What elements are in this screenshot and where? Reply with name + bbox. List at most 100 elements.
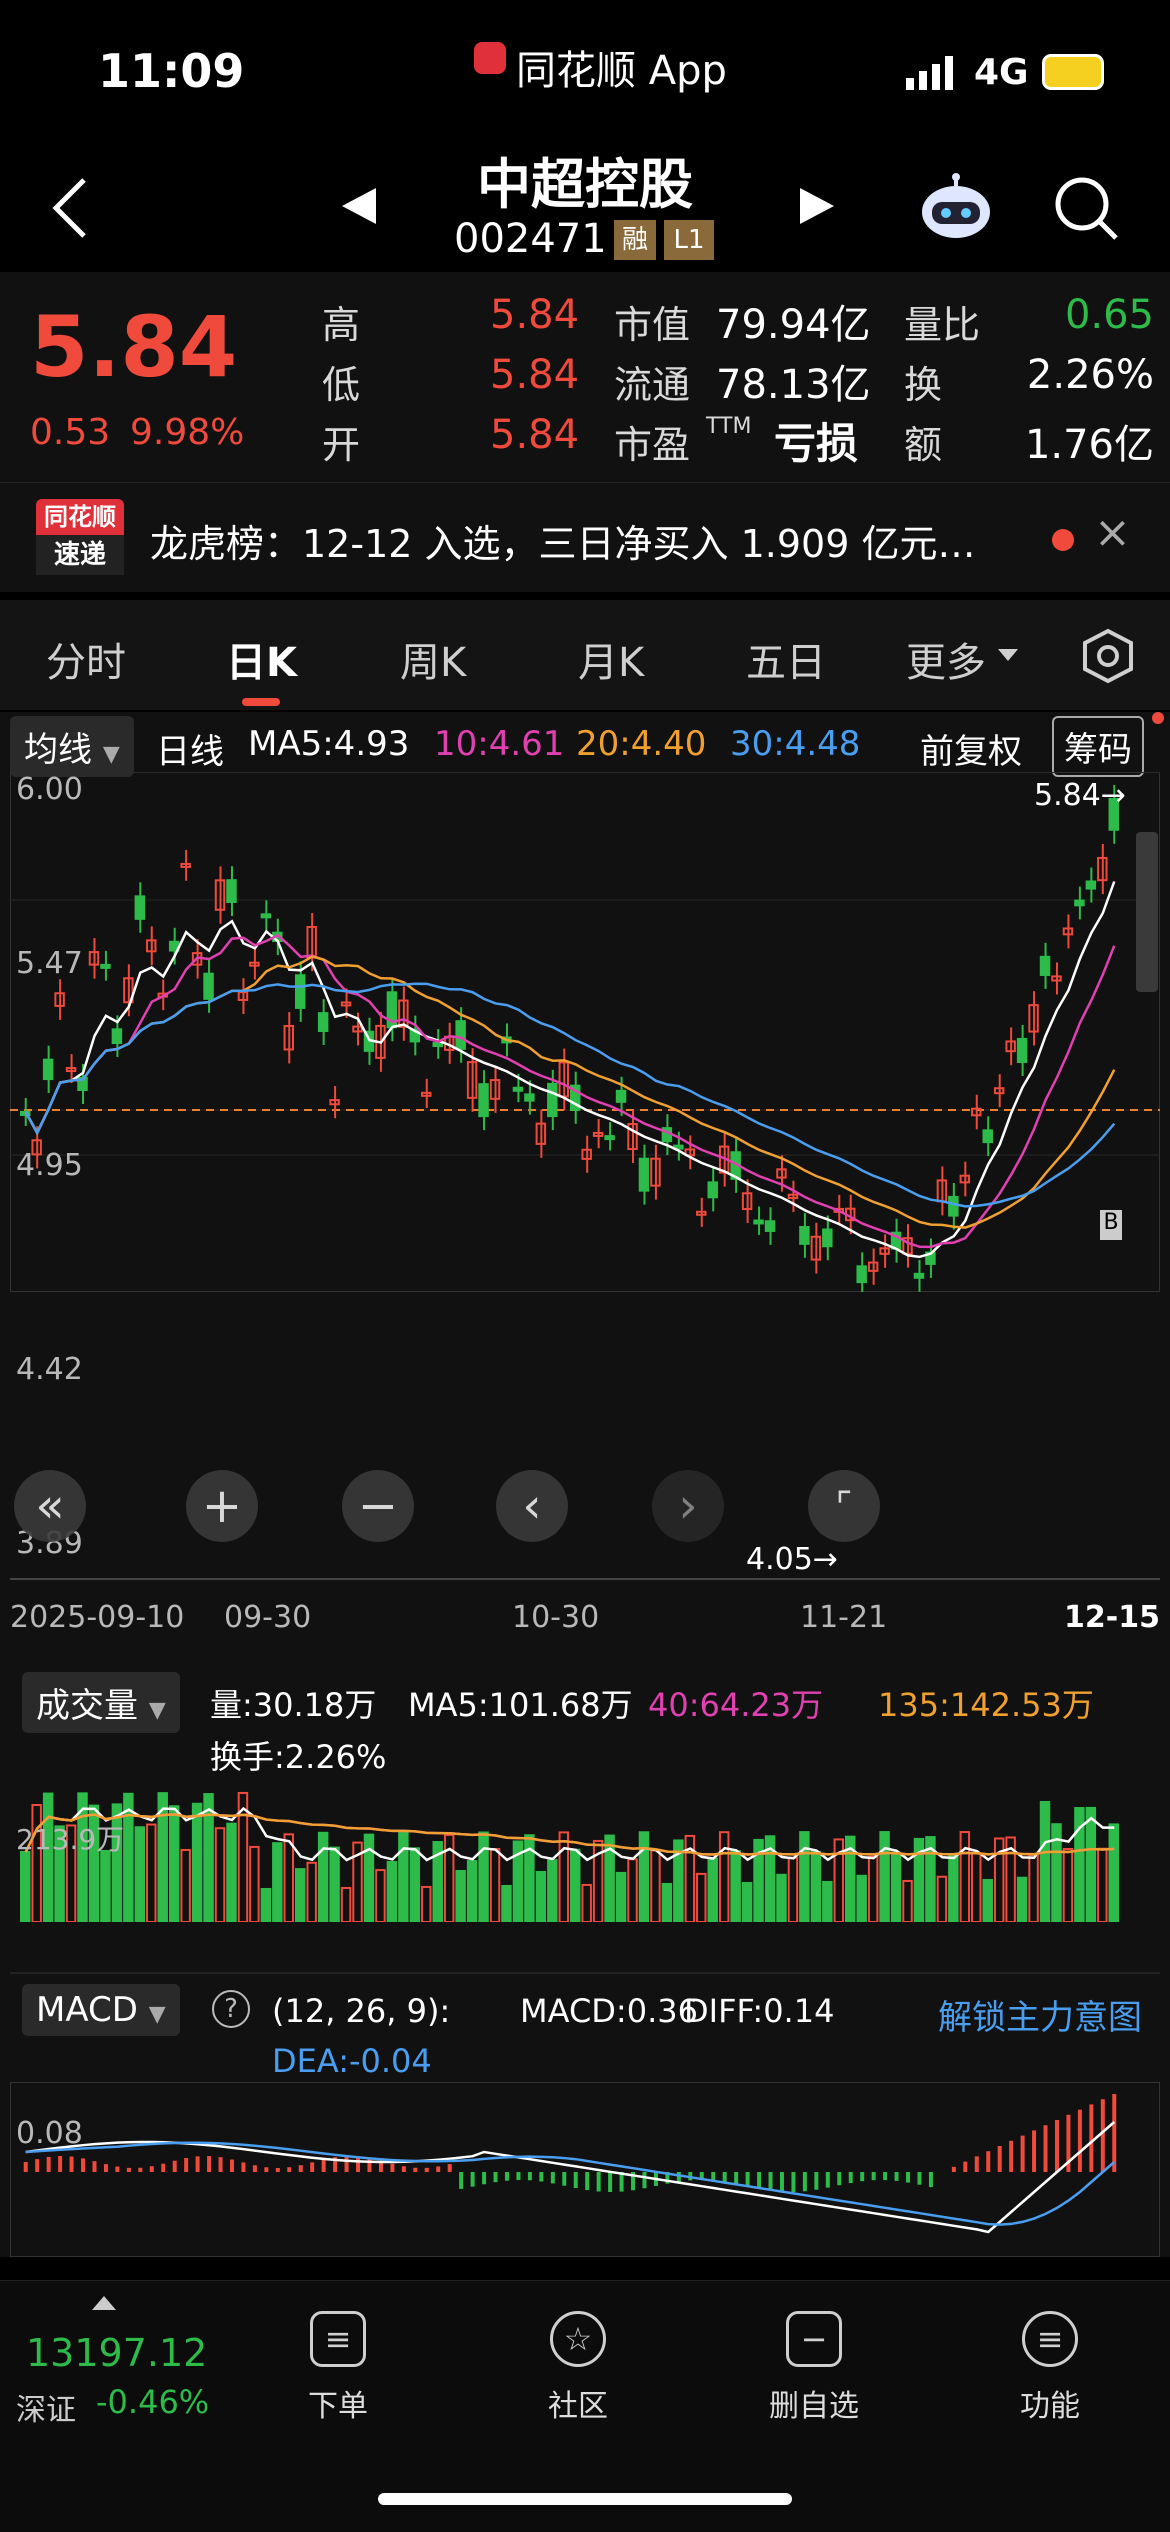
high-marker: 5.84→ bbox=[1034, 778, 1126, 813]
double-chevron-left-icon: « bbox=[35, 1478, 65, 1534]
volume-bar bbox=[696, 1872, 707, 1922]
nav-remove-watchlist[interactable]: − 删自选 bbox=[734, 2311, 894, 2425]
mktcap-label: 市值 bbox=[614, 303, 691, 347]
tab-weekly-k[interactable]: 周K bbox=[400, 630, 466, 688]
date-label-start: 2025-09-10 bbox=[10, 1600, 185, 1635]
search-icon[interactable] bbox=[1054, 176, 1118, 244]
volume-bar bbox=[982, 1878, 993, 1922]
candle bbox=[42, 1058, 54, 1081]
zoom-in-button[interactable]: + bbox=[186, 1470, 258, 1542]
scroll-right-button[interactable]: › bbox=[652, 1470, 724, 1542]
volume-selector-label: 成交量 bbox=[36, 1686, 138, 1726]
low-value: 5.84 bbox=[490, 352, 580, 398]
volume-bar bbox=[409, 1847, 421, 1922]
volume-bar bbox=[466, 1860, 478, 1922]
chart-scrollbar[interactable] bbox=[1136, 832, 1158, 992]
stock-header: 中超控股 002471 融 L1 bbox=[0, 140, 1170, 270]
candle bbox=[260, 913, 272, 919]
volume-bar bbox=[226, 1822, 237, 1922]
index-change: -0.46% bbox=[96, 2383, 210, 2421]
candle bbox=[111, 1028, 123, 1045]
volume-bar bbox=[478, 1831, 489, 1922]
volume-bar bbox=[730, 1850, 741, 1922]
tab-monthly-k[interactable]: 月K bbox=[578, 630, 644, 688]
macd-selector[interactable]: MACD ▼ bbox=[22, 1984, 180, 2036]
minus-square-icon: − bbox=[786, 2311, 842, 2367]
volume-bar bbox=[971, 1852, 982, 1922]
bottom-nav: 13197.12 深证 -0.46% ≡ 下单 ☆ 社区 − 删自选 ≡ 功能 bbox=[0, 2280, 1170, 2532]
prev-stock-icon[interactable] bbox=[340, 186, 380, 230]
next-stock-icon[interactable] bbox=[796, 186, 836, 230]
candle bbox=[1016, 1037, 1028, 1063]
menu-circle-icon: ≡ bbox=[1022, 2311, 1078, 2367]
candle bbox=[455, 1020, 466, 1050]
candle bbox=[203, 972, 214, 1000]
chevron-down-icon: ▼ bbox=[102, 742, 120, 767]
tab-five-day[interactable]: 五日 bbox=[746, 630, 826, 688]
unlock-main-force-link[interactable]: 解锁主力意图 bbox=[938, 1990, 1142, 2039]
date-label-09-30: 09-30 bbox=[224, 1600, 312, 1635]
tab-intraday[interactable]: 分时 bbox=[46, 630, 126, 688]
volume-bar bbox=[948, 1855, 959, 1922]
ths-express-logo: 同花顺 速递 bbox=[36, 499, 124, 577]
chart-area: 均线 ▼ 日线 MA5:4.93 10:4.61 20:4.40 30:4.48… bbox=[0, 712, 1170, 2257]
nav-community[interactable]: ☆ 社区 bbox=[498, 2311, 658, 2425]
volume-y-label: 213.9万 bbox=[16, 1823, 125, 1856]
fullscreen-icon: ⌜ bbox=[835, 1485, 853, 1527]
close-icon[interactable]: × bbox=[1094, 507, 1131, 558]
volume-ma5: MA5:101.68万 bbox=[408, 1686, 633, 1724]
volume-chart[interactable] bbox=[10, 1782, 1160, 1922]
ma-selector[interactable]: 均线 ▼ bbox=[10, 716, 134, 777]
volume-bar bbox=[1097, 1847, 1108, 1922]
candle bbox=[134, 895, 146, 920]
adjust-mode[interactable]: 前复权 bbox=[920, 724, 1022, 773]
pe-label: 市盈 bbox=[614, 423, 691, 467]
chips-button[interactable]: 筹码 bbox=[1052, 716, 1144, 777]
nav-functions[interactable]: ≡ 功能 bbox=[970, 2311, 1130, 2425]
volume-bar bbox=[1085, 1806, 1097, 1922]
volume-bar bbox=[1062, 1847, 1074, 1922]
candle bbox=[753, 1219, 764, 1225]
volume-bar bbox=[306, 1861, 317, 1922]
nav-order[interactable]: ≡ 下单 bbox=[258, 2311, 418, 2425]
volume-selector[interactable]: 成交量 ▼ bbox=[22, 1672, 180, 1733]
kline-chart[interactable] bbox=[10, 772, 1160, 1292]
volume-bar bbox=[295, 1868, 306, 1922]
tab-daily-k[interactable]: 日K bbox=[226, 630, 297, 688]
index-name: 深证 bbox=[16, 2393, 76, 2428]
candle bbox=[799, 1226, 810, 1245]
zoom-out-button[interactable]: − bbox=[342, 1470, 414, 1542]
candle bbox=[822, 1228, 833, 1248]
volume-bar bbox=[535, 1870, 547, 1922]
volume-bar bbox=[272, 1842, 283, 1922]
index-value[interactable]: 13197.12 bbox=[26, 2331, 207, 2375]
news-bar[interactable]: 同花顺 速递 龙虎榜：12-12 入选，三日净买入 1.909 亿元… × bbox=[0, 482, 1170, 592]
y-label-4-42: 4.42 bbox=[16, 1352, 83, 1387]
volume-bar bbox=[936, 1875, 948, 1922]
robot-assistant-icon[interactable] bbox=[918, 172, 994, 246]
candle bbox=[913, 1272, 925, 1279]
logo-bottom-text: 速递 bbox=[36, 535, 124, 575]
amount-label: 额 bbox=[904, 423, 943, 467]
back-icon[interactable] bbox=[50, 176, 90, 244]
zoom-out-far-button[interactable]: « bbox=[14, 1470, 86, 1542]
volume-bar bbox=[501, 1884, 512, 1922]
volume-bar bbox=[879, 1831, 890, 1922]
volume-bar bbox=[134, 1826, 146, 1922]
candle bbox=[295, 974, 306, 1009]
open-value: 5.84 bbox=[490, 412, 580, 458]
volume-bar bbox=[902, 1879, 913, 1922]
help-icon[interactable]: ? bbox=[212, 1990, 250, 2028]
price-change-pct: 9.98% bbox=[130, 412, 245, 453]
tab-more[interactable]: 更多 bbox=[906, 630, 986, 688]
fullscreen-button[interactable]: ⌜ bbox=[808, 1470, 880, 1542]
volume-bar bbox=[386, 1860, 398, 1922]
macd-lines bbox=[25, 2121, 1116, 2234]
scroll-left-button[interactable]: ‹ bbox=[496, 1470, 568, 1542]
turnover-label: 换 bbox=[904, 363, 943, 407]
period-tabs: 分时 日K 周K 月K 五日 更多 bbox=[0, 600, 1170, 710]
volume-bar bbox=[203, 1793, 214, 1922]
volume-bar bbox=[1028, 1854, 1039, 1922]
settings-hexagon-icon[interactable] bbox=[1080, 628, 1136, 688]
macd-chart[interactable] bbox=[10, 2082, 1160, 2257]
